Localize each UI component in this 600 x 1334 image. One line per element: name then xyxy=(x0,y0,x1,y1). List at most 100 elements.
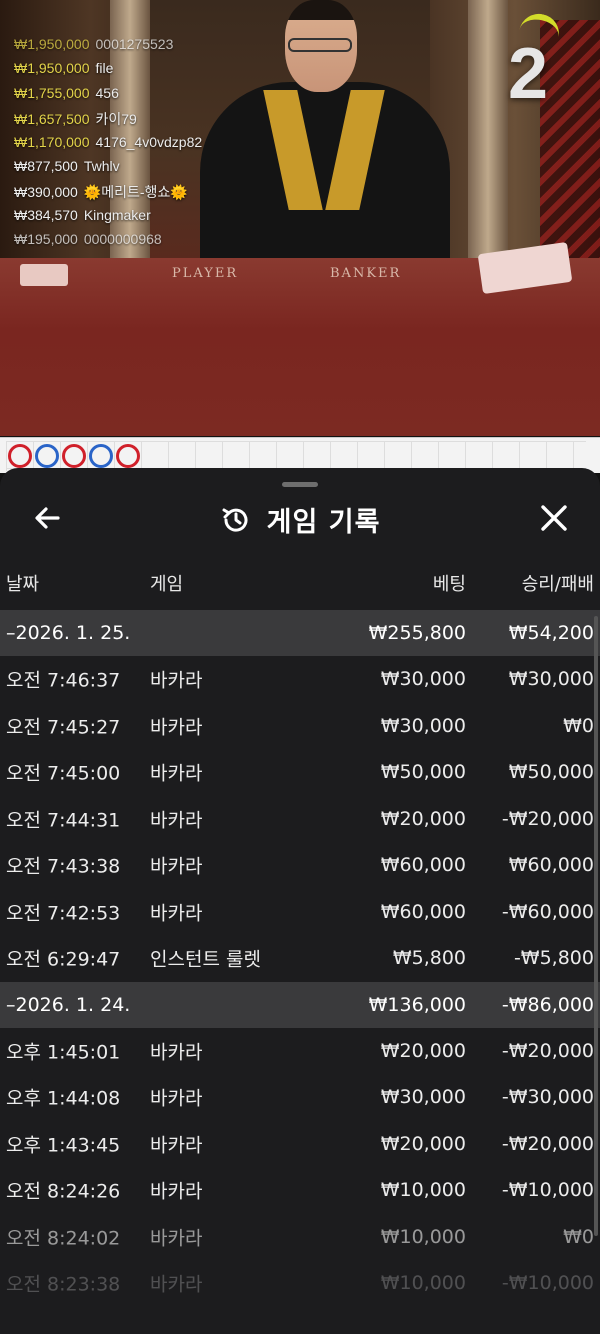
group-result-total: ₩54,200 xyxy=(508,622,594,644)
winner-row: ₩877,500 Twhlv xyxy=(14,158,202,182)
winner-row: ₩1,657,500 카이79 xyxy=(14,109,202,133)
winner-name: Twhlv xyxy=(83,157,120,174)
winner-name: 456 xyxy=(95,84,119,101)
row-result: -₩20,000 xyxy=(501,1132,594,1155)
winner-row: ₩195,000 0000000968 xyxy=(14,231,202,255)
row-bet: ₩10,000 xyxy=(380,1225,466,1248)
row-result: ₩30,000 xyxy=(508,668,594,691)
dealer xyxy=(160,0,460,262)
winners-list: ₩1,950,000 0001275523 ₩1,950,000 file ₩1,755… xyxy=(14,36,202,256)
row-game: 바카라 xyxy=(150,1134,203,1157)
history-clock-icon xyxy=(222,508,248,532)
winner-row: ₩1,170,000 4176_4v0vdzp82 xyxy=(14,134,202,158)
row-time: 오후 1:43:45 xyxy=(6,1134,121,1157)
row-time: 오후 1:45:01 xyxy=(6,1041,121,1064)
felt-label-player: PLAYER xyxy=(172,266,239,281)
table-row[interactable]: 오전 7:42:53 바카라 ₩60,000 -₩60,000 xyxy=(0,889,600,936)
winner-row: ₩390,000 🌞메리트-행쇼🌞 xyxy=(14,182,202,206)
row-bet: ₩30,000 xyxy=(380,714,466,737)
row-game: 바카라 xyxy=(150,716,203,739)
row-bet: ₩30,000 xyxy=(380,1086,466,1109)
table-row[interactable]: 오전 8:23:38 바카라 ₩10,000 -₩10,000 xyxy=(0,1260,600,1307)
scrollbar[interactable] xyxy=(594,616,598,1236)
winner-name: 4176_4v0vdzp82 xyxy=(95,133,203,150)
table-row[interactable]: 오전 8:24:02 바카라 ₩10,000 ₩0 xyxy=(0,1214,600,1261)
table-row[interactable]: 오전 7:45:00 바카라 ₩50,000 ₩50,000 xyxy=(0,749,600,796)
winner-amount: ₩1,657,500 xyxy=(14,111,90,128)
row-time: 오전 7:45:27 xyxy=(6,716,121,739)
winner-name: 0001275523 xyxy=(95,36,174,52)
row-time: 오전 7:46:37 xyxy=(6,669,121,692)
winner-row: ₩1,950,000 file xyxy=(14,60,202,84)
row-result: -₩10,000 xyxy=(501,1179,594,1202)
winner-amount: ₩877,500 xyxy=(14,157,78,174)
winner-name: Kingmaker xyxy=(83,206,151,223)
history-list[interactable]: –2026. 1. 25. ₩255,800 ₩54,200 오전 7:46:37 바카… xyxy=(0,610,600,1307)
row-result: ₩0 xyxy=(563,714,594,737)
winner-amount: ₩384,570 xyxy=(14,206,78,223)
winner-row: ₩384,570 Kingmaker xyxy=(14,207,202,231)
row-bet: ₩60,000 xyxy=(380,900,466,923)
red-lattice-decoration xyxy=(540,20,600,260)
row-bet: ₩20,000 xyxy=(380,807,466,830)
row-result: -₩20,000 xyxy=(501,1039,594,1062)
winner-amount: ₩390,000 xyxy=(14,184,78,201)
row-time: 오전 7:45:00 xyxy=(6,762,121,785)
close-button[interactable] xyxy=(534,498,574,538)
row-bet: ₩20,000 xyxy=(380,1039,466,1062)
date-group-header[interactable]: –2026. 1. 24. ₩136,000 -₩86,000 xyxy=(0,981,600,1028)
table-row[interactable]: 오후 1:45:01 바카라 ₩20,000 -₩20,000 xyxy=(0,1028,600,1075)
row-time: 오전 7:44:31 xyxy=(6,809,121,832)
table-row[interactable]: 오전 7:45:27 바카라 ₩30,000 ₩0 xyxy=(0,703,600,750)
table-row[interactable]: 오전 7:43:38 바카라 ₩60,000 ₩60,000 xyxy=(0,842,600,889)
sheet-drag-handle[interactable] xyxy=(282,482,318,487)
table-row[interactable]: 오전 8:24:26 바카라 ₩10,000 -₩10,000 xyxy=(0,1167,600,1214)
row-bet: ₩30,000 xyxy=(380,668,466,691)
group-bet-total: ₩255,800 xyxy=(368,622,466,644)
row-result: -₩60,000 xyxy=(501,900,594,923)
winner-row: ₩1,755,000 456 xyxy=(14,85,202,109)
row-bet: ₩20,000 xyxy=(380,1132,466,1155)
row-bet: ₩50,000 xyxy=(380,761,466,784)
winner-name: 🌞메리트-행쇼🌞 xyxy=(83,184,188,201)
road-bead-red xyxy=(62,444,86,468)
row-result: ₩50,000 xyxy=(508,761,594,784)
row-result: ₩0 xyxy=(563,1225,594,1248)
column-header-game: 게임 xyxy=(150,574,184,595)
table-row[interactable]: 오후 1:43:45 바카라 ₩20,000 -₩20,000 xyxy=(0,1121,600,1168)
date-group-header[interactable]: –2026. 1. 25. ₩255,800 ₩54,200 xyxy=(0,610,600,656)
column-headers: 날짜 게임 베팅 승리/패배 xyxy=(0,570,600,606)
background-pillar xyxy=(468,0,508,270)
sheet-title: 게임 기록 xyxy=(266,507,381,538)
group-bet-total: ₩136,000 xyxy=(368,993,466,1016)
column-header-bet: 베팅 xyxy=(432,574,466,595)
row-game: 바카라 xyxy=(150,1227,203,1250)
game-history-sheet: 게임 기록 날짜 게임 베팅 승리/패배 –2026. 1. 25. ₩255,8… xyxy=(0,468,600,1334)
row-bet: ₩10,000 xyxy=(380,1272,466,1295)
close-icon xyxy=(541,505,567,531)
road-bead-blue xyxy=(89,444,113,468)
row-result: -₩30,000 xyxy=(501,1086,594,1109)
row-result: -₩10,000 xyxy=(501,1272,594,1295)
road-bead-red xyxy=(116,444,140,468)
row-game: 바카라 xyxy=(150,1273,203,1296)
sheet-header: 게임 기록 xyxy=(0,490,600,546)
winner-amount: ₩1,170,000 xyxy=(14,133,90,150)
table-row[interactable]: 오전 6:29:47 인스턴트 룰렛 ₩5,800 -₩5,800 xyxy=(0,935,600,982)
road-bead-blue xyxy=(35,444,59,468)
row-time: 오전 6:29:47 xyxy=(6,948,121,971)
row-result: -₩20,000 xyxy=(501,807,594,830)
table-row[interactable]: 오전 7:44:31 바카라 ₩20,000 -₩20,000 xyxy=(0,796,600,843)
group-date: –2026. 1. 25. xyxy=(6,622,131,644)
group-result-total: -₩86,000 xyxy=(501,993,594,1016)
row-game: 바카라 xyxy=(150,1087,203,1110)
group-date: –2026. 1. 24. xyxy=(6,993,131,1016)
winner-amount: ₩1,950,000 xyxy=(14,60,90,77)
row-game: 바카라 xyxy=(150,809,203,832)
winner-row: ₩1,950,000 0001275523 xyxy=(14,36,202,60)
card-tray xyxy=(20,264,68,286)
table-row[interactable]: 오후 1:44:08 바카라 ₩30,000 -₩30,000 xyxy=(0,1074,600,1121)
table-row[interactable]: 오전 7:46:37 바카라 ₩30,000 ₩30,000 xyxy=(0,656,600,703)
row-game: 바카라 xyxy=(150,762,203,785)
row-bet: ₩5,800 xyxy=(392,947,466,970)
